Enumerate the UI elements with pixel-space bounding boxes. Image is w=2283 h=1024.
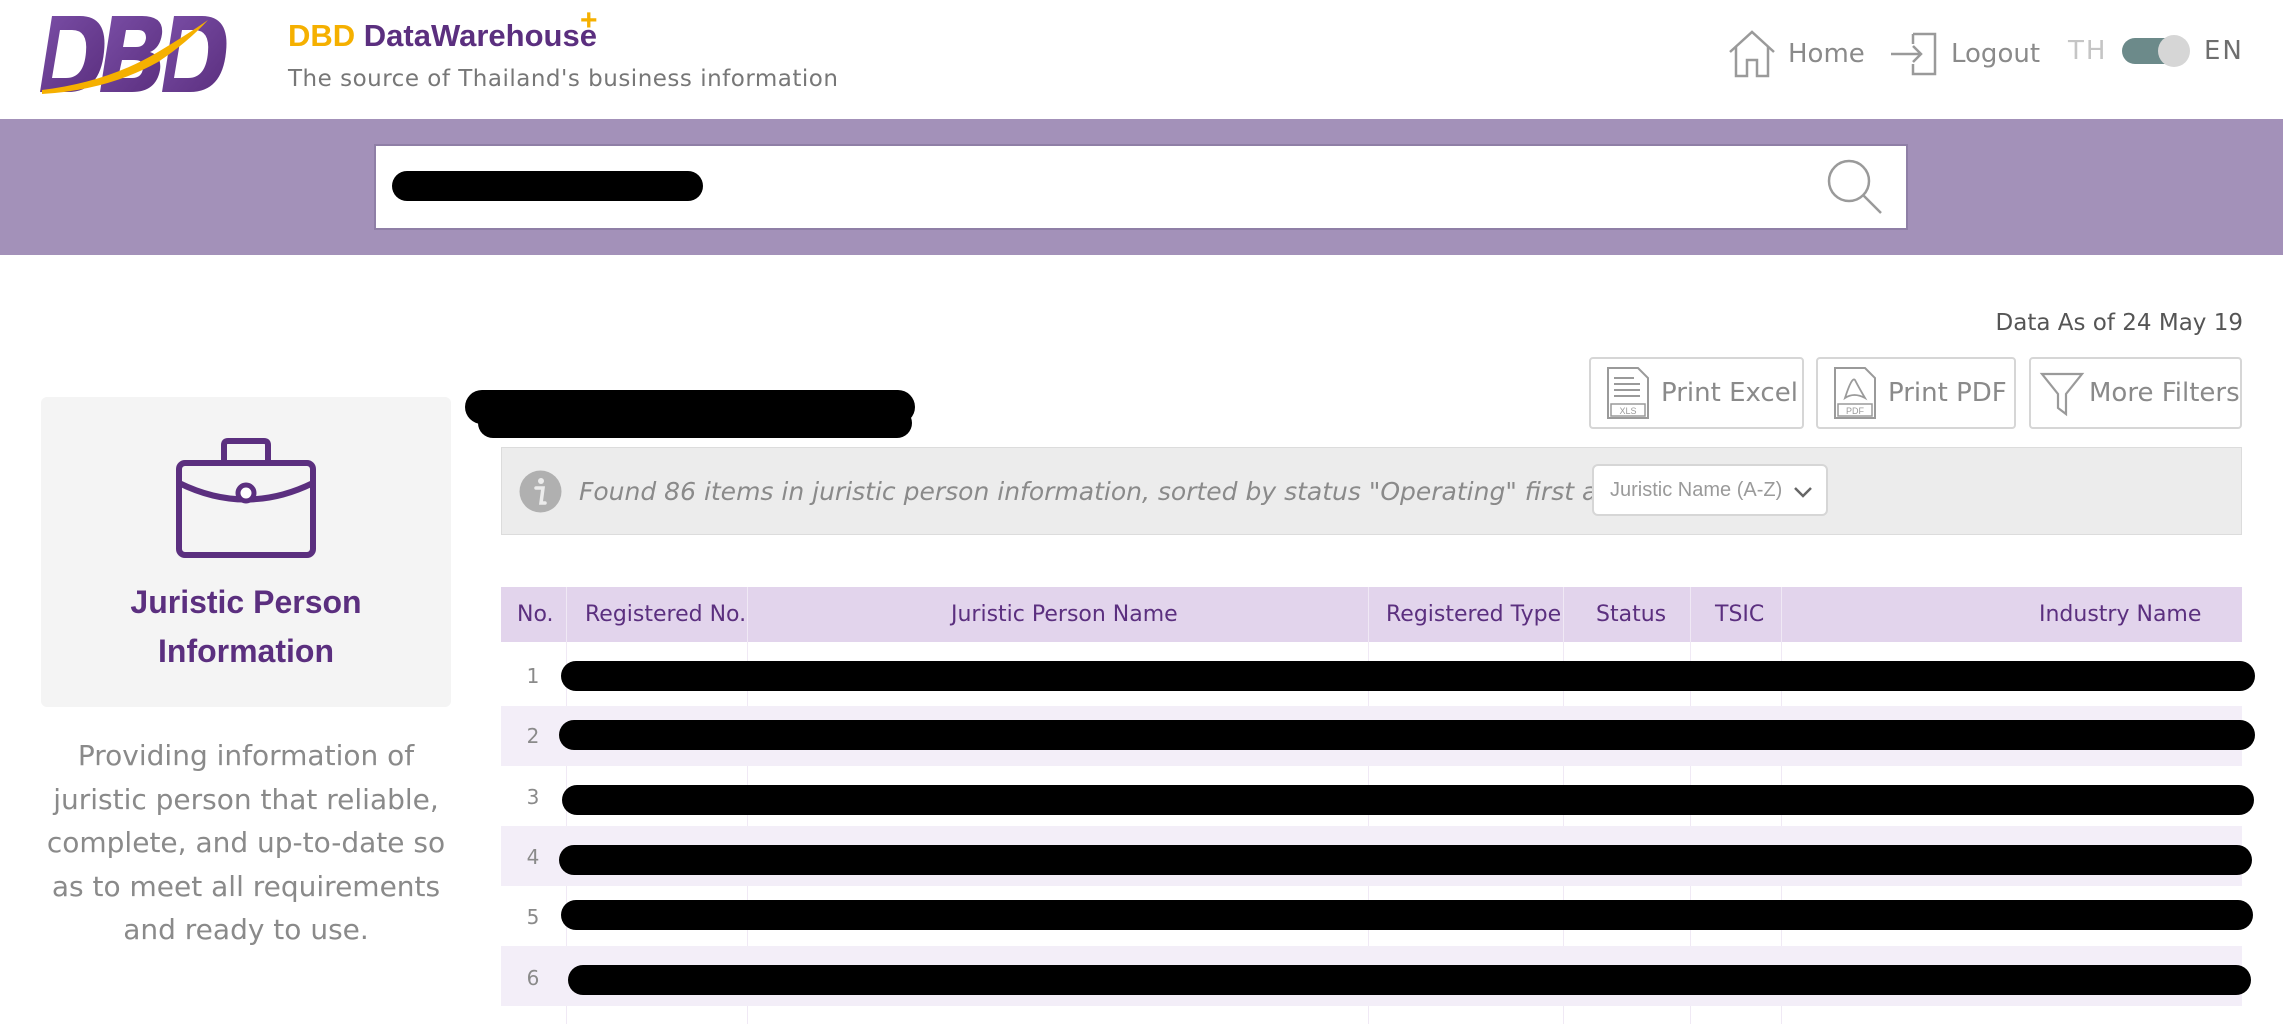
print-pdf-button[interactable]: PDF Print PDF: [1816, 357, 2016, 429]
col-header-industry-name[interactable]: Industry Name: [2039, 587, 2201, 642]
redacted-row-content: [568, 965, 2251, 995]
language-toggle[interactable]: [2122, 35, 2190, 67]
search-icon[interactable]: [1824, 156, 1886, 218]
brand-title: DBD DataWarehouse: [288, 18, 597, 54]
redacted-row-content: [561, 661, 2255, 691]
col-header-status[interactable]: Status: [1596, 587, 1666, 642]
chevron-down-icon: [1794, 487, 1812, 498]
logout-label: Logout: [1951, 39, 2041, 69]
redacted-row-content: [561, 900, 2253, 930]
info-icon: [519, 470, 562, 513]
pdf-file-icon: PDF: [1834, 367, 1876, 419]
redacted-row-content: [559, 720, 2255, 750]
logout-link[interactable]: Logout: [1889, 28, 2040, 80]
lang-en-label[interactable]: EN: [2204, 36, 2244, 66]
more-filters-button[interactable]: More Filters: [2029, 357, 2242, 429]
card-title: Juristic Person Information: [130, 584, 362, 669]
table-header: [501, 587, 2242, 642]
results-info-text: Found 86 items in juristic person inform…: [579, 477, 1733, 506]
sort-select[interactable]: Juristic Name (A-Z): [1592, 464, 1828, 516]
site-header: DBD DataWarehouse + The source of Thaila…: [0, 0, 2283, 119]
row-number: 4: [526, 845, 540, 869]
row-number: 6: [526, 966, 540, 990]
dbd-logo[interactable]: [38, 12, 238, 98]
tagline: The source of Thailand's business inform…: [288, 66, 839, 92]
col-header-no[interactable]: No.: [517, 587, 554, 642]
redacted-row-content: [559, 845, 2252, 875]
col-header-registered-no[interactable]: Registered No.: [585, 587, 746, 642]
redacted-company-title-2: [478, 408, 912, 438]
home-link[interactable]: Home: [1726, 28, 1865, 80]
lang-th-label[interactable]: TH: [2068, 36, 2107, 66]
home-label: Home: [1788, 39, 1865, 69]
print-pdf-label: Print PDF: [1888, 378, 2007, 408]
sort-select-value: Juristic Name (A-Z): [1610, 478, 1783, 501]
logout-icon: [1891, 32, 1937, 76]
data-as-of: Data As of 24 May 19: [1995, 310, 2243, 336]
briefcase-icon: [176, 438, 316, 558]
brand-dbd: DBD: [288, 18, 356, 53]
row-number: 1: [526, 664, 540, 688]
col-header-tsic[interactable]: TSIC: [1715, 587, 1764, 642]
card-description: Providing information of juristic person…: [46, 739, 446, 946]
excel-file-icon: XLS: [1607, 367, 1649, 419]
svg-text:XLS: XLS: [1619, 406, 1636, 416]
row-number: 2: [526, 724, 540, 748]
redacted-search-text: [392, 171, 703, 201]
col-header-registered-type[interactable]: Registered Type: [1386, 587, 1561, 642]
svg-text:PDF: PDF: [1846, 406, 1865, 416]
print-excel-label: Print Excel: [1661, 378, 1798, 408]
filter-icon: [2039, 372, 2085, 417]
toggle-knob: [2158, 35, 2190, 67]
print-excel-button[interactable]: XLS Print Excel: [1589, 357, 1804, 429]
redacted-row-content: [562, 785, 2254, 815]
brand-datawarehouse: DataWarehouse: [363, 18, 597, 53]
brand-plus: +: [580, 4, 598, 37]
more-filters-label: More Filters: [2089, 378, 2240, 408]
row-number: 3: [526, 785, 540, 809]
col-header-juristic-person-name[interactable]: Juristic Person Name: [951, 587, 1178, 642]
home-icon: [1729, 30, 1775, 78]
row-number: 5: [526, 905, 540, 929]
